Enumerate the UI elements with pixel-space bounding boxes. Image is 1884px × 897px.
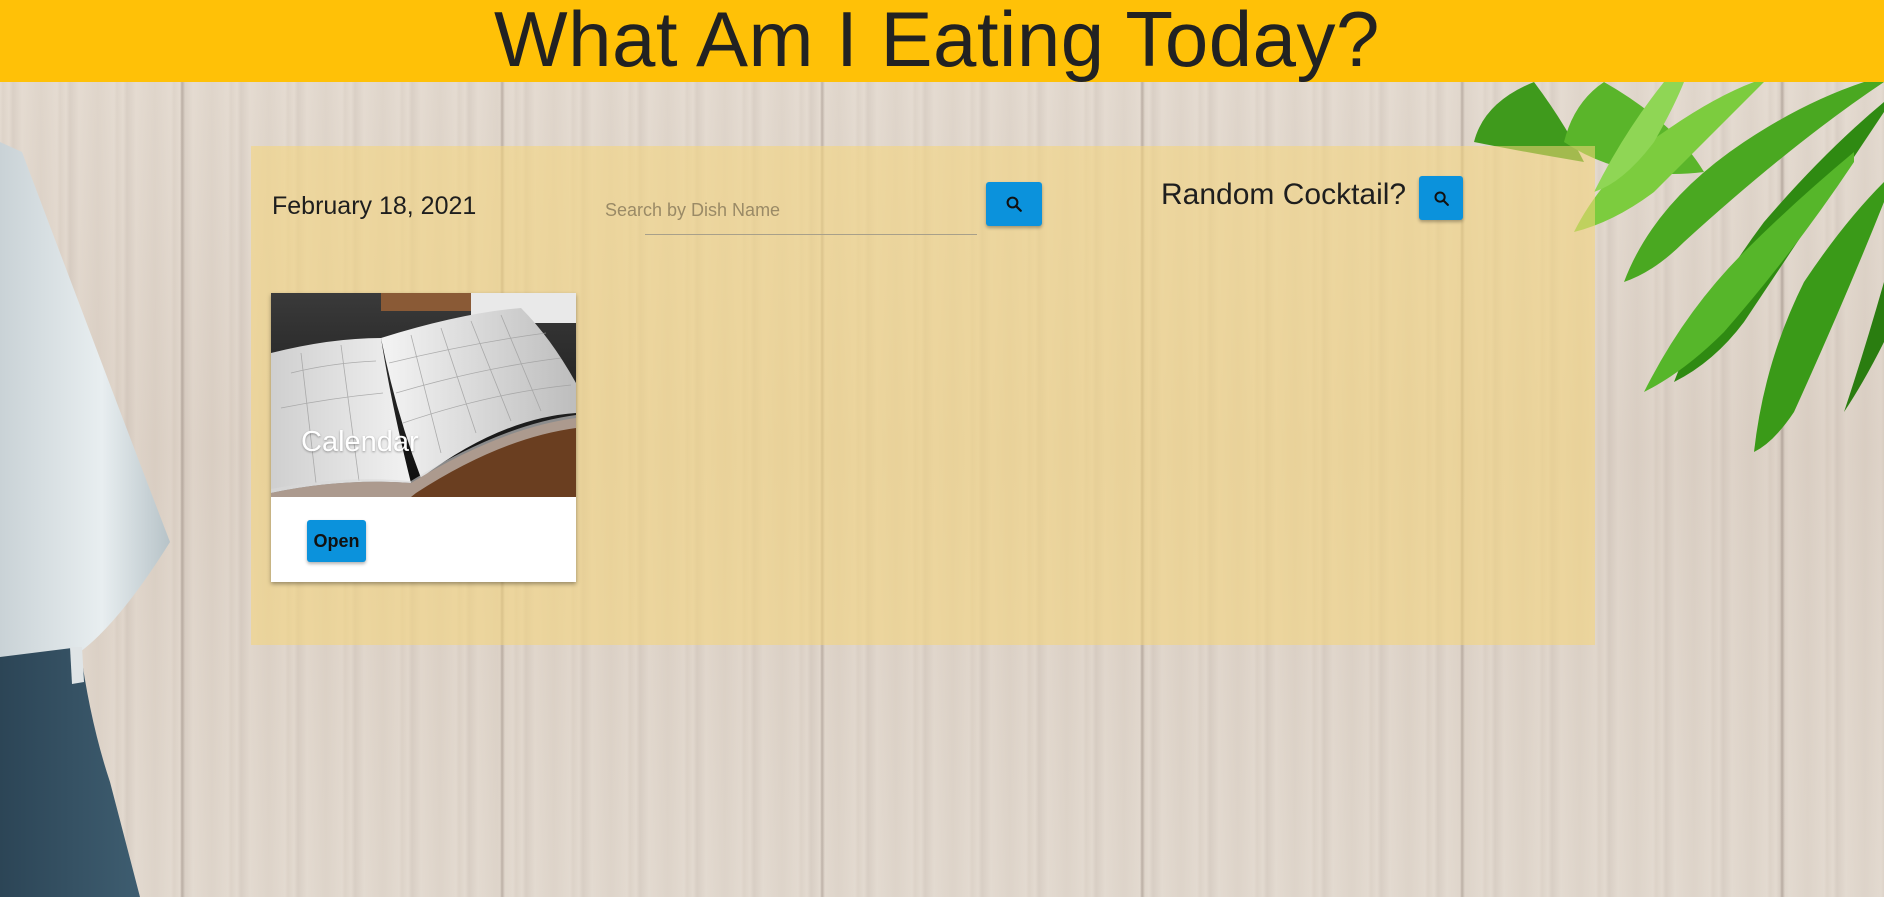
calendar-card-title: Calendar bbox=[301, 426, 419, 458]
search-icon bbox=[1433, 190, 1449, 206]
random-cocktail-label: Random Cocktail? bbox=[1161, 178, 1407, 211]
knife-decoration bbox=[0, 142, 170, 897]
page-title: What Am I Eating Today? bbox=[494, 0, 1380, 82]
dish-search-input[interactable] bbox=[605, 192, 975, 228]
calendar-card-image bbox=[271, 293, 576, 497]
search-underline bbox=[645, 234, 977, 235]
calendar-card: Calendar Open bbox=[271, 293, 576, 582]
dish-search-button[interactable] bbox=[986, 182, 1042, 226]
search-icon bbox=[1006, 196, 1022, 212]
dish-search bbox=[605, 182, 979, 240]
random-cocktail-button[interactable] bbox=[1419, 176, 1463, 220]
app-header: What Am I Eating Today? bbox=[0, 0, 1884, 82]
current-date: February 18, 2021 bbox=[272, 192, 477, 220]
main-panel: February 18, 2021 Random Cocktail? bbox=[251, 146, 1595, 645]
planner-image bbox=[271, 293, 576, 497]
calendar-open-button[interactable]: Open bbox=[307, 520, 366, 562]
